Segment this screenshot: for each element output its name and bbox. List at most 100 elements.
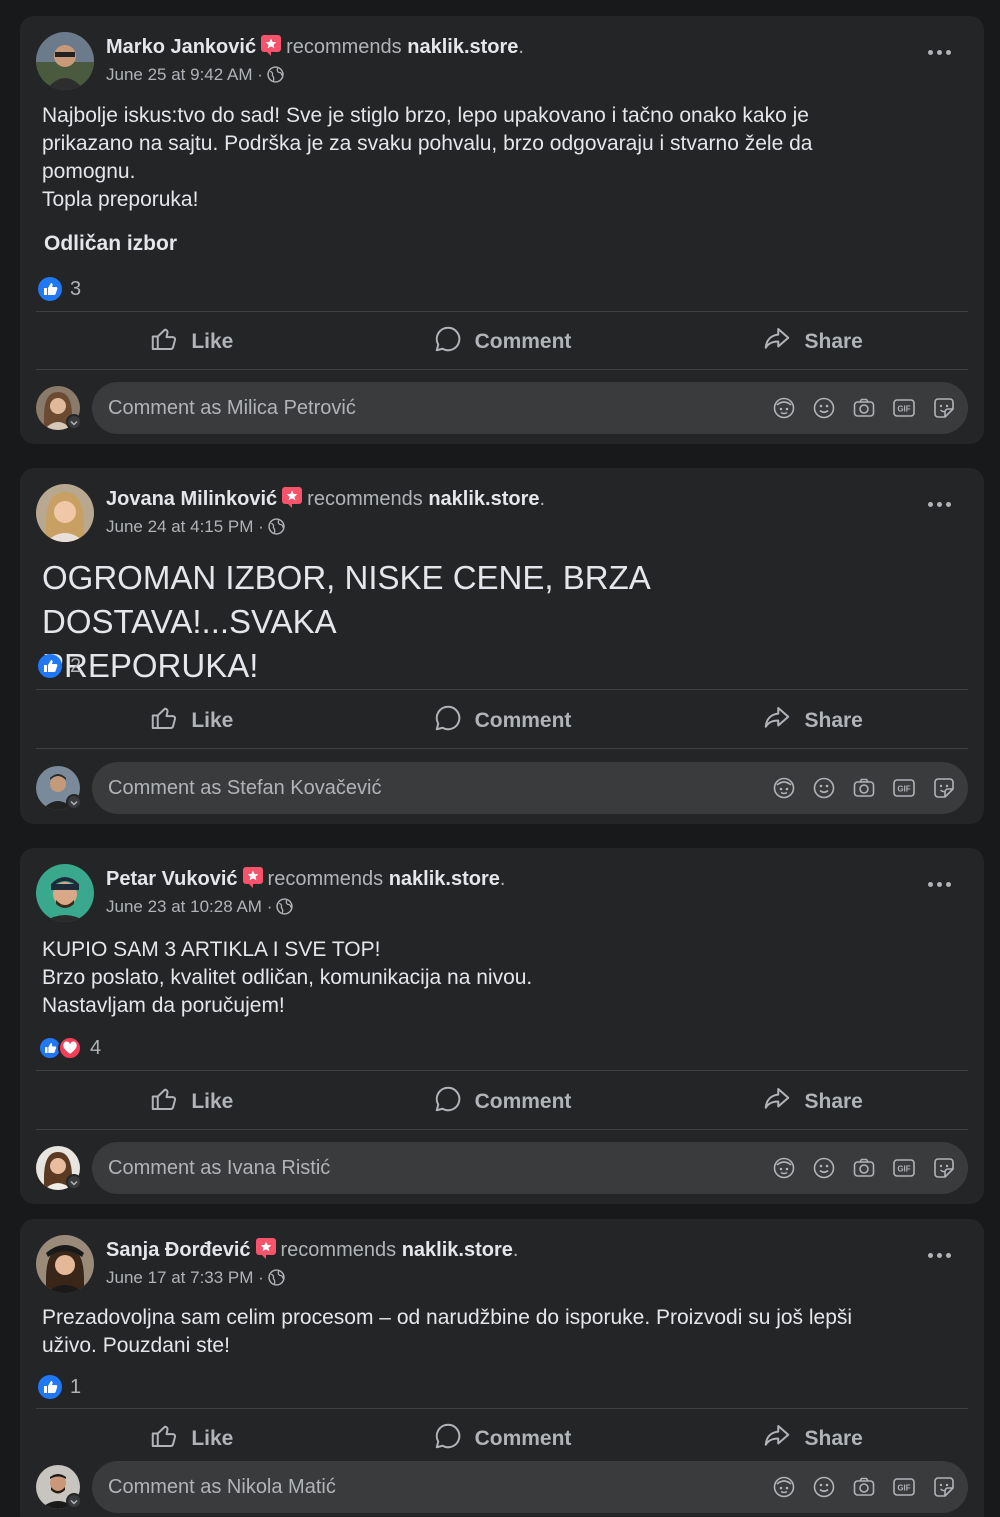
svg-text:GIF: GIF [897, 405, 910, 414]
reactions-summary[interactable]: 4 [38, 1036, 101, 1060]
recommend-badge-icon [281, 486, 303, 515]
commenter-avatar-switcher[interactable] [36, 1142, 86, 1194]
comment-bubble-icon [433, 324, 475, 360]
page-name-link[interactable]: naklik.store [402, 1239, 513, 1261]
gif-icon[interactable]: GIF [892, 396, 916, 420]
like-button[interactable]: Like [36, 693, 347, 749]
page-name-link[interactable]: naklik.store [428, 488, 539, 510]
reaction-count: 2 [70, 654, 82, 677]
gif-icon[interactable]: GIF [892, 1475, 916, 1499]
more-options-icon[interactable] [928, 1249, 954, 1261]
globe-icon [276, 898, 294, 921]
reactions-summary[interactable]: 3 [38, 277, 81, 301]
author-avatar[interactable] [36, 864, 94, 922]
period-text: . [539, 488, 546, 510]
post-timestamp[interactable]: June 17 at 7:33 PM [106, 1268, 253, 1287]
post-text-line: Najbolje iskus:tvo do sad! Sve je stiglo… [42, 104, 809, 127]
post-text-line: Prezadovoljna sam celim procesom – od na… [42, 1306, 853, 1329]
post-timestamp[interactable]: June 24 at 4:15 PM [106, 517, 253, 536]
comment-button[interactable]: Comment [347, 1074, 658, 1130]
share-arrow-icon [762, 1084, 804, 1120]
sticker-icon[interactable] [932, 776, 956, 800]
divider [36, 1408, 968, 1409]
camera-icon[interactable] [852, 1475, 876, 1499]
comment-button[interactable]: Comment [347, 693, 658, 749]
page-name-link[interactable]: naklik.store [407, 36, 518, 58]
comment-label: Comment [474, 330, 572, 353]
share-button[interactable]: Share [657, 693, 968, 749]
reactions-summary[interactable]: 1 [38, 1375, 81, 1399]
emoji-icon[interactable] [812, 1475, 836, 1499]
comment-tools: GIF [756, 776, 956, 800]
reactions-summary[interactable]: 2 [38, 654, 81, 678]
recommends-text: recommends [286, 36, 402, 58]
avatar-sticker-icon[interactable] [772, 776, 796, 800]
comment-input[interactable]: Comment as Stefan Kovačević GIF [92, 762, 968, 814]
meta-separator: · [257, 65, 263, 84]
sticker-icon[interactable] [932, 1156, 956, 1180]
comment-button[interactable]: Comment [347, 314, 658, 370]
camera-icon[interactable] [852, 1156, 876, 1180]
svg-text:GIF: GIF [897, 785, 910, 794]
thumbs-up-icon [149, 703, 191, 739]
globe-icon [268, 1269, 285, 1292]
chevron-down-icon [66, 414, 82, 430]
comment-placeholder: Comment as Milica Petrović [108, 396, 356, 419]
avatar-sticker-icon[interactable] [772, 1156, 796, 1180]
post-timestamp[interactable]: June 23 at 10:28 AM [106, 897, 262, 916]
divider [36, 369, 968, 370]
comment-button[interactable]: Comment [347, 1411, 658, 1467]
reaction-count: 3 [70, 277, 82, 300]
author-name[interactable]: Sanja Đorđević [106, 1239, 251, 1261]
author-avatar[interactable] [36, 484, 94, 542]
commenter-avatar-switcher[interactable] [36, 382, 86, 434]
recommends-text: recommends [307, 488, 423, 510]
comment-input[interactable]: Comment as Milica Petrović GIF [92, 382, 968, 434]
share-button[interactable]: Share [657, 1074, 968, 1130]
camera-icon[interactable] [852, 776, 876, 800]
comment-bubble-icon [433, 703, 475, 739]
emoji-icon[interactable] [812, 776, 836, 800]
commenter-avatar-switcher[interactable] [36, 1461, 86, 1513]
share-button[interactable]: Share [657, 314, 968, 370]
author-name[interactable]: Petar Vuković [106, 868, 238, 890]
author-avatar[interactable] [36, 1235, 94, 1293]
sticker-icon[interactable] [932, 1475, 956, 1499]
more-options-icon[interactable] [928, 878, 954, 890]
emoji-icon[interactable] [812, 1156, 836, 1180]
author-avatar[interactable] [36, 32, 94, 90]
like-button[interactable]: Like [36, 314, 347, 370]
author-name[interactable]: Marko Janković [106, 36, 256, 58]
post-timestamp[interactable]: June 25 at 9:42 AM [106, 65, 253, 84]
more-options-icon[interactable] [928, 498, 954, 510]
post-text-line: prikazano na sajtu. Podrška je za svaku … [42, 132, 813, 155]
like-reaction-icon [38, 1375, 62, 1399]
gif-icon[interactable]: GIF [892, 1156, 916, 1180]
commenter-avatar-switcher[interactable] [36, 762, 86, 814]
comment-input[interactable]: Comment as Nikola Matić GIF [92, 1461, 968, 1513]
author-name[interactable]: Jovana Milinković [106, 488, 277, 510]
avatar-sticker-icon[interactable] [772, 396, 796, 420]
post-body: KUPIO SAM 3 ARTIKLA I SVE TOP! Brzo posl… [42, 936, 894, 1020]
post-meta: June 17 at 7:33 PM · [106, 1267, 285, 1292]
like-label: Like [191, 709, 234, 732]
chevron-down-icon [66, 794, 82, 810]
emoji-icon[interactable] [812, 396, 836, 420]
like-button[interactable]: Like [36, 1074, 347, 1130]
avatar-sticker-icon[interactable] [772, 1475, 796, 1499]
comment-bubble-icon [433, 1421, 475, 1457]
chevron-down-icon [66, 1493, 82, 1509]
more-options-icon[interactable] [928, 46, 954, 58]
comment-input[interactable]: Comment as Ivana Ristić GIF [92, 1142, 968, 1194]
svg-text:GIF: GIF [897, 1165, 910, 1174]
sticker-icon[interactable] [932, 396, 956, 420]
post-text-line: KUPIO SAM 3 ARTIKLA I SVE TOP! [42, 938, 381, 961]
page-name-link[interactable]: naklik.store [389, 868, 500, 890]
share-button[interactable]: Share [657, 1411, 968, 1467]
camera-icon[interactable] [852, 396, 876, 420]
post-text-line: pomognu. [42, 160, 136, 183]
post-text-line: Topla preporuka! [42, 188, 199, 211]
like-button[interactable]: Like [36, 1411, 347, 1467]
divider [36, 689, 968, 690]
gif-icon[interactable]: GIF [892, 776, 916, 800]
